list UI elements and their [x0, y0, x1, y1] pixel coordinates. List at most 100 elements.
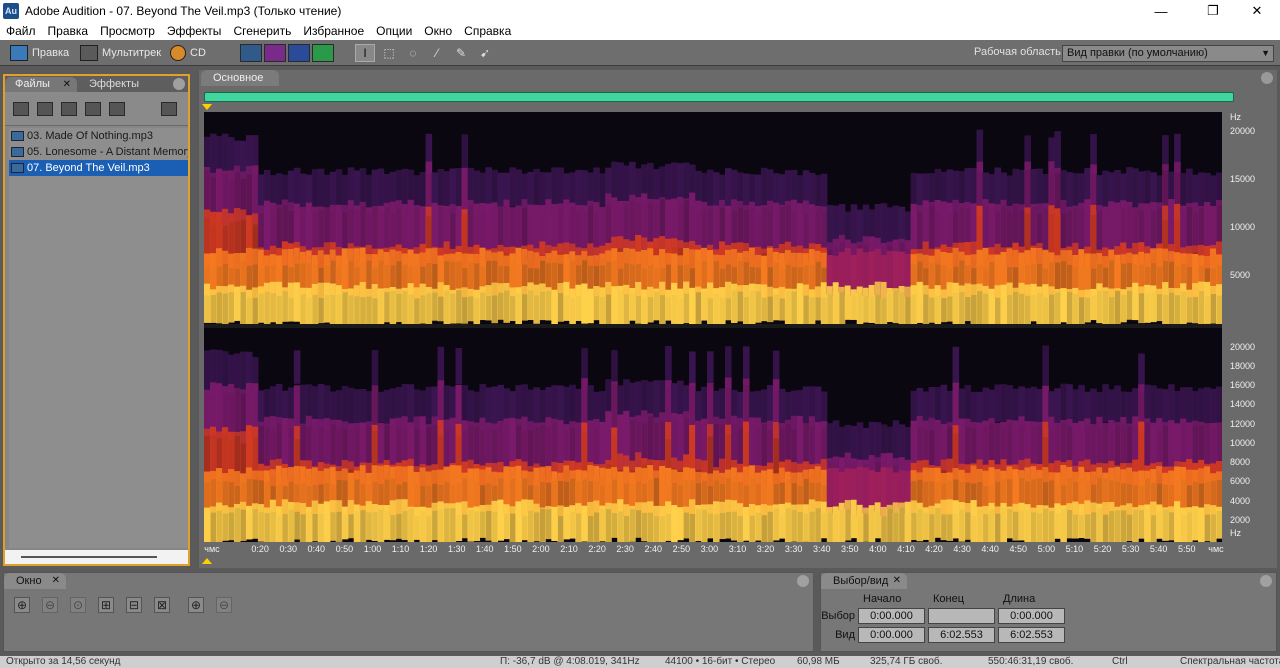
time-tick-label: 3:40 — [812, 544, 831, 554]
workspace-select[interactable]: Вид правки (по умолчанию) ▼ — [1062, 45, 1274, 62]
spectral-view-button[interactable] — [264, 44, 286, 62]
close-button[interactable]: ✕ — [1234, 0, 1280, 22]
files-scrollbar[interactable] — [5, 550, 188, 564]
healing-brush-tool[interactable]: ✎ — [451, 44, 471, 62]
file-list-item[interactable]: 05. Lonesome - A Distant Memory — [9, 144, 188, 160]
marquee-tool[interactable]: ⬚ — [379, 44, 399, 62]
cd-mode-button[interactable]: CD — [170, 44, 206, 62]
menu-view[interactable]: Просмотр — [100, 24, 155, 38]
menu-effects[interactable]: Эффекты — [167, 24, 222, 38]
minimize-button[interactable]: — — [1138, 0, 1184, 22]
edit-mode-button[interactable]: Правка — [10, 44, 69, 62]
freq-tick-label: 4000 — [1230, 495, 1251, 506]
close-icon[interactable]: ✕ — [893, 573, 901, 589]
view-end-field[interactable]: 6:02.553 — [928, 627, 995, 643]
waveform-view-button[interactable] — [240, 44, 262, 62]
audio-file-icon — [11, 163, 24, 173]
view-start-field[interactable]: 0:00.000 — [858, 627, 925, 643]
selection-end-field[interactable] — [928, 608, 995, 624]
time-selection-tool[interactable]: I — [355, 44, 375, 62]
brush-tool[interactable]: ⁄ — [427, 44, 447, 62]
menu-help[interactable]: Справка — [464, 24, 511, 38]
time-tick-label: 2:20 — [588, 544, 606, 554]
zoom-out-vertical-button[interactable]: ⊖ — [216, 597, 232, 613]
time-tick-label: 1:00 — [363, 544, 382, 554]
cd-mode-label: CD — [190, 47, 206, 59]
zoom-in-amplitude-button[interactable]: ⊕ — [14, 597, 30, 613]
maximize-button[interactable]: ❐ — [1190, 0, 1236, 22]
files-toolbar — [5, 92, 188, 126]
spectral-pan-view-button[interactable] — [288, 44, 310, 62]
view-length-field[interactable]: 6:02.553 — [998, 627, 1065, 643]
time-tick-label: 0:40 — [307, 544, 326, 554]
close-icon[interactable]: ✕ — [63, 77, 71, 92]
zoom-in-right-button[interactable]: ⊠ — [154, 597, 170, 613]
move-tool[interactable]: ➹ — [475, 44, 495, 62]
freq-unit-label: Hz — [1230, 112, 1241, 122]
freq-tick-label: 15000 — [1230, 173, 1256, 184]
menu-window[interactable]: Окно — [424, 24, 452, 38]
zoom-out-amplitude-button[interactable]: ⊖ — [42, 597, 58, 613]
time-tick-label: 4:30 — [953, 544, 971, 554]
panel-menu-icon[interactable] — [797, 575, 809, 587]
time-tick-label: 1:20 — [419, 544, 438, 554]
col-start-label: Начало — [863, 593, 902, 605]
lasso-tool[interactable]: ◌ — [403, 44, 423, 62]
selection-start-field[interactable]: 0:00.000 — [858, 608, 925, 624]
freq-tick-label: 10000 — [1230, 437, 1256, 448]
spectral-display[interactable] — [204, 112, 1222, 542]
file-list-item[interactable]: 03. Made Of Nothing.mp3 — [9, 128, 188, 144]
spectrogram-right-channel — [204, 328, 1222, 542]
file-list-item[interactable]: 07. Beyond The Veil.mp3 — [9, 160, 188, 176]
panel-menu-icon[interactable] — [173, 78, 185, 90]
freq-tick-label: 10000 — [1230, 221, 1256, 232]
status-key: Ctrl — [1112, 656, 1128, 667]
autoplay-icon[interactable] — [161, 102, 177, 116]
tab-effects[interactable]: Эффекты — [79, 77, 157, 92]
tab-zoom[interactable]: Окно ✕ — [4, 573, 66, 589]
insert-multitrack-icon[interactable] — [61, 102, 77, 116]
open-file-icon[interactable] — [13, 102, 29, 116]
time-ruler[interactable]: чмс 0:20 0:30 0:40 0:50 1:00 1:10 1:20 1:30 1:40 1… — [204, 544, 1234, 558]
tab-files-label: Файлы — [15, 78, 50, 90]
tab-files[interactable]: Файлы ✕ — [5, 77, 77, 92]
insert-cd-icon[interactable] — [85, 102, 101, 116]
menu-file[interactable]: Файл — [6, 24, 36, 38]
menu-generate[interactable]: Сгенерить — [233, 24, 291, 38]
multitrack-mode-button[interactable]: Мультитрек — [80, 44, 161, 62]
zoom-in-horizontal-button[interactable]: ⊞ — [98, 597, 114, 613]
playhead-marker-top[interactable] — [202, 104, 212, 110]
menu-edit[interactable]: Правка — [48, 24, 89, 38]
close-file-icon[interactable] — [37, 102, 53, 116]
file-name: 05. Lonesome - A Distant Memory — [27, 146, 188, 158]
time-tick-label: 0:20 — [251, 544, 269, 554]
zoom-panel: Окно ✕ ⊕ ⊖ ⊙ ⊞ ⊟ ⊠ ⊕ ⊖ — [3, 572, 814, 652]
tab-selection-view[interactable]: Выбор/вид ✕ — [821, 573, 907, 589]
tab-main[interactable]: Основное — [201, 70, 279, 86]
audio-file-icon — [11, 147, 24, 157]
time-unit-label: чмс — [1208, 544, 1224, 554]
menu-options[interactable]: Опции — [376, 24, 412, 38]
close-icon[interactable]: ✕ — [52, 573, 60, 589]
zoom-in-left-button[interactable]: ⊟ — [126, 597, 142, 613]
zoom-out-full-button[interactable]: ⊙ — [70, 597, 86, 613]
phase-view-button[interactable] — [312, 44, 334, 62]
time-tick-label: 2:40 — [644, 544, 663, 554]
menu-favorites[interactable]: Избранное — [303, 24, 364, 38]
overview-bar[interactable] — [204, 92, 1234, 102]
edit-file-icon[interactable] — [109, 102, 125, 116]
status-file-size: 60,98 МБ — [797, 656, 840, 667]
time-tick-label: 3:30 — [784, 544, 803, 554]
scrollbar-thumb[interactable] — [21, 556, 157, 558]
zoom-in-vertical-button[interactable]: ⊕ — [188, 597, 204, 613]
time-unit-label: чмс — [204, 544, 220, 554]
workspace-label: Рабочая область: — [974, 46, 1064, 58]
panel-menu-icon[interactable] — [1261, 72, 1273, 84]
spectrogram-left-channel — [204, 112, 1222, 324]
panel-menu-icon[interactable] — [1260, 575, 1272, 587]
edit-mode-icon — [10, 45, 28, 61]
multitrack-mode-label: Мультитрек — [102, 47, 162, 59]
selection-length-field[interactable]: 0:00.000 — [998, 608, 1065, 624]
playhead-marker-bottom[interactable] — [202, 558, 212, 564]
time-tick-label: 4:00 — [869, 544, 887, 554]
